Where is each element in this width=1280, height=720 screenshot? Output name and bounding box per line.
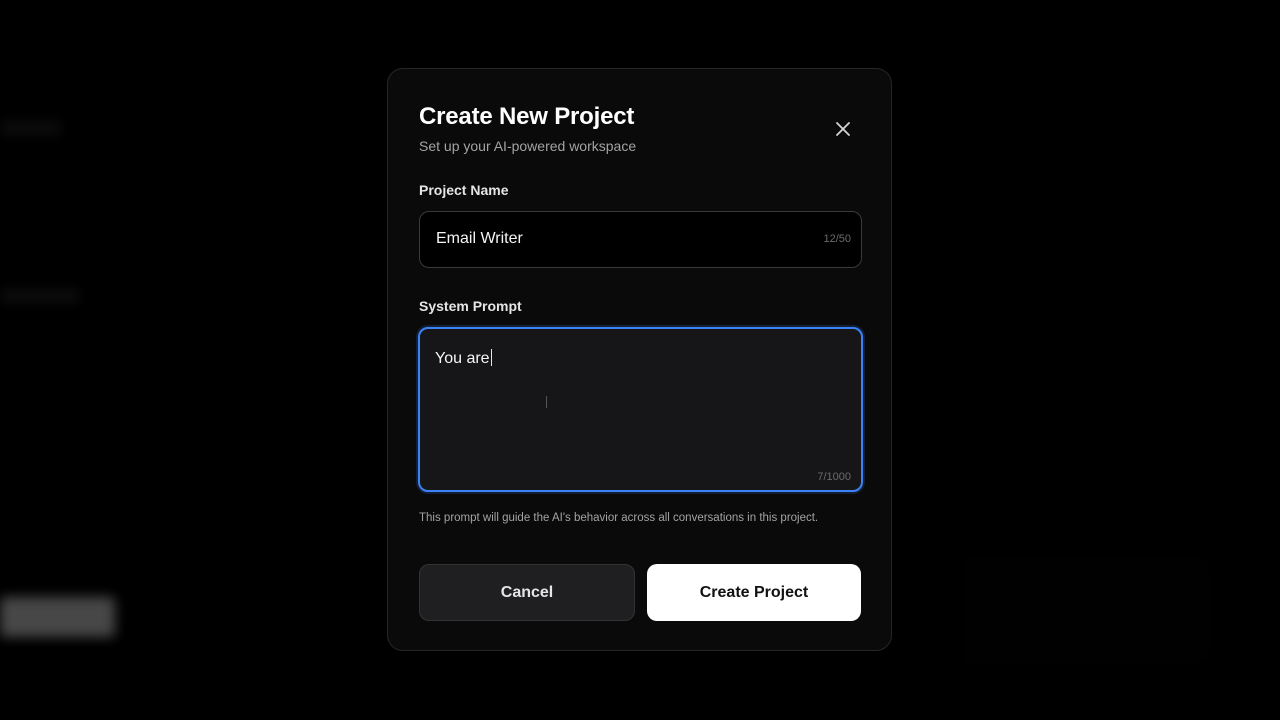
create-project-button[interactable]: Create Project <box>647 564 861 621</box>
system-prompt-value: You are <box>435 349 492 368</box>
system-prompt-hint: This prompt will guide the AI's behavior… <box>419 512 819 524</box>
system-prompt-counter: 7/1000 <box>817 471 851 483</box>
project-name-counter: 12/50 <box>823 233 851 245</box>
project-name-value: Email Writer <box>436 230 523 247</box>
close-icon <box>836 122 850 136</box>
dialog-subtitle: Set up your AI-powered workspace <box>419 138 637 154</box>
cancel-button[interactable]: Cancel <box>419 564 635 621</box>
system-prompt-label: System Prompt <box>419 298 522 314</box>
mouse-cursor <box>546 396 547 408</box>
project-name-label: Project Name <box>419 182 509 198</box>
system-prompt-text: You are <box>435 350 490 367</box>
system-prompt-textarea[interactable]: You are 7/1000 <box>418 327 863 492</box>
dialog-title: Create New Project <box>419 103 635 130</box>
create-project-dialog: Create New Project Set up your AI-powere… <box>387 68 892 651</box>
project-name-input[interactable]: Email Writer 12/50 <box>419 211 862 268</box>
close-button[interactable] <box>831 117 855 141</box>
text-caret <box>490 349 492 366</box>
